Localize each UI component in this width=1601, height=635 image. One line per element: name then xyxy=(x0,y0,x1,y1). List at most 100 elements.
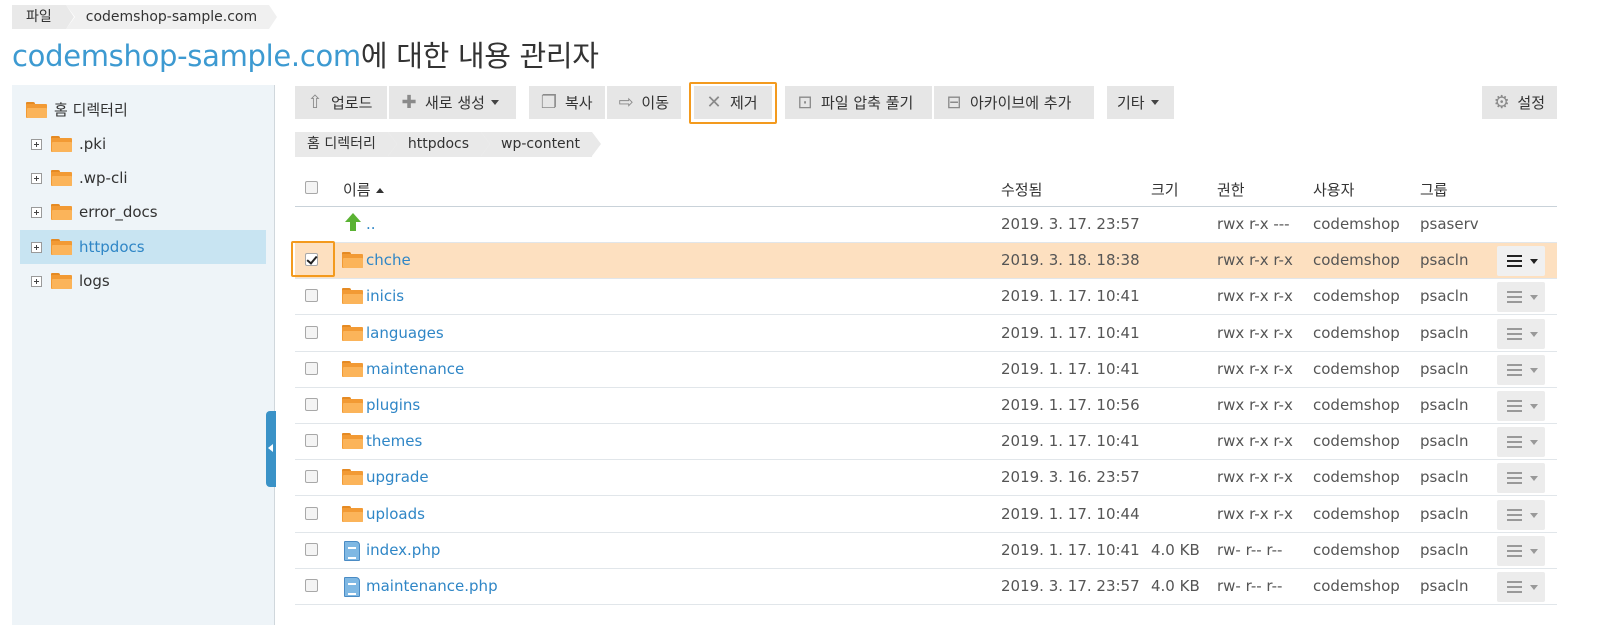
upload-icon: ⇧ xyxy=(307,92,323,113)
owner-user: codemshop xyxy=(1313,468,1400,487)
tree-item-label: error_docs xyxy=(79,203,158,221)
hamburger-menu-icon xyxy=(1507,436,1522,449)
row-menu-button[interactable] xyxy=(1497,499,1545,530)
tree-root-home[interactable]: 홈 디렉터리 xyxy=(26,99,128,120)
row-checkbox[interactable] xyxy=(305,289,318,303)
sidebar-collapse-handle[interactable] xyxy=(266,411,276,487)
row-checkbox[interactable] xyxy=(305,361,318,375)
row-menu-button[interactable] xyxy=(1497,246,1545,277)
copy-button[interactable]: ❐ 복사 xyxy=(529,86,605,119)
add-to-archive-button[interactable]: ⊟ 아카이브에 추가 xyxy=(934,86,1094,119)
owner-user: codemshop xyxy=(1313,396,1400,414)
tree-item-error-docs[interactable]: error_docs xyxy=(20,195,266,229)
table-row[interactable]: uploads 2019. 1. 17. 10:44 rwx r-x r-x code… xyxy=(295,497,1557,533)
owner-user: codemshop xyxy=(1313,359,1400,378)
row-checkbox[interactable] xyxy=(305,579,318,592)
modified-date: 2019. 3. 17. 23:57 xyxy=(1001,577,1140,595)
path-home[interactable]: 홈 디렉터리 xyxy=(295,132,397,157)
column-group[interactable]: 그룹 xyxy=(1420,179,1448,200)
row-menu-button[interactable] xyxy=(1497,463,1545,494)
row-menu-button[interactable] xyxy=(1497,282,1545,313)
extract-button[interactable]: ⊡ 파일 압축 풀기 xyxy=(785,86,932,119)
expand-icon[interactable] xyxy=(31,206,42,218)
row-menu-button[interactable] xyxy=(1497,391,1545,421)
tree-item-pki[interactable]: .pki xyxy=(20,127,266,161)
expand-icon[interactable] xyxy=(31,172,42,184)
column-permissions[interactable]: 권한 xyxy=(1217,179,1245,200)
row-checkbox[interactable] xyxy=(305,542,318,556)
expand-icon[interactable] xyxy=(31,138,42,150)
column-size[interactable]: 크기 xyxy=(1151,179,1179,200)
chevron-down-icon xyxy=(1530,331,1538,337)
file-name-link[interactable]: .. xyxy=(366,215,376,233)
row-checkbox[interactable] xyxy=(305,506,318,520)
row-checkbox[interactable] xyxy=(305,398,318,411)
row-menu-button[interactable] xyxy=(1497,354,1545,385)
chevron-down-icon xyxy=(1150,100,1159,105)
owner-group: psacln xyxy=(1420,323,1469,342)
folder-icon xyxy=(342,360,363,377)
file-name-link[interactable]: maintenance xyxy=(366,360,464,378)
file-name-link[interactable]: plugins xyxy=(366,396,420,414)
file-name-link[interactable]: languages xyxy=(366,324,444,342)
tree-item-label: .pki xyxy=(79,135,107,153)
owner-group: psacln xyxy=(1420,577,1469,595)
table-row[interactable]: chche 2019. 3. 18. 18:38 rwx r-x r-x codems… xyxy=(295,243,1557,280)
table-row[interactable]: maintenance 2019. 1. 17. 10:41 rwx r-x r-x… xyxy=(295,352,1557,388)
table-row[interactable]: upgrade 2019. 3. 16. 23:57 rwx r-x r-x code… xyxy=(295,460,1557,497)
owner-group: psacln xyxy=(1420,540,1469,559)
row-checkbox[interactable] xyxy=(305,325,318,339)
tree-item-label: httpdocs xyxy=(79,238,145,256)
permissions: rwx r-x r-x xyxy=(1217,396,1293,414)
settings-button[interactable]: ⚙ 설정 xyxy=(1482,86,1557,119)
path-httpdocs[interactable]: httpdocs xyxy=(387,132,491,157)
permissions: rwx r-x r-x xyxy=(1217,468,1293,487)
breadcrumb-files[interactable]: 파일 xyxy=(12,5,74,29)
table-row[interactable]: plugins 2019. 1. 17. 10:56 rwx r-x r-x code… xyxy=(295,388,1557,424)
path-breadcrumb: 홈 디렉터리 httpdocs wp-content xyxy=(295,132,602,157)
modified-date: 2019. 1. 17. 10:41 xyxy=(1001,359,1140,378)
row-checkbox[interactable] xyxy=(305,470,318,484)
row-checkbox[interactable] xyxy=(305,434,318,448)
expand-icon[interactable] xyxy=(31,241,42,253)
expand-icon[interactable] xyxy=(31,275,42,287)
row-menu-button[interactable] xyxy=(1497,535,1545,566)
table-row[interactable]: languages 2019. 1. 17. 10:41 rwx r-x r-x co… xyxy=(295,316,1557,352)
upload-button[interactable]: ⇧ 업로드 xyxy=(295,86,387,119)
file-name-link[interactable]: index.php xyxy=(366,541,440,559)
table-row[interactable]: index.php 2019. 1. 17. 10:41 4.0 KB rw- r--… xyxy=(295,533,1557,569)
owner-group: psacln xyxy=(1420,504,1469,523)
new-button[interactable]: ✚ 새로 생성 xyxy=(389,86,516,119)
move-button[interactable]: ⇨ 이동 xyxy=(607,86,681,119)
file-name-link[interactable]: themes xyxy=(366,432,422,450)
chevron-down-icon xyxy=(1530,585,1538,590)
file-name-link[interactable]: chche xyxy=(366,251,411,269)
column-modified[interactable]: 수정됨 xyxy=(1001,179,1042,200)
table-row[interactable]: .. 2019. 3. 17. 23:57 rwx r-x --- codemshop… xyxy=(295,207,1557,243)
owner-user: codemshop xyxy=(1313,323,1400,342)
page-title: codemshop-sample.com에 대한 내용 관리자 xyxy=(12,36,599,76)
table-row[interactable]: themes 2019. 1. 17. 10:41 rwx r-x r-x codem… xyxy=(295,424,1557,461)
row-menu-button[interactable] xyxy=(1497,572,1545,602)
tree-item-label: .wp-cli xyxy=(79,169,128,187)
select-all-checkbox[interactable] xyxy=(305,181,318,194)
table-row[interactable]: inicis 2019. 1. 17. 10:41 rwx r-x r-x codem… xyxy=(295,279,1557,316)
tree-item-logs[interactable]: logs xyxy=(20,264,266,298)
column-user[interactable]: 사용자 xyxy=(1313,179,1354,200)
row-menu-button[interactable] xyxy=(1497,427,1545,458)
owner-user: codemshop xyxy=(1313,432,1400,451)
file-name-link[interactable]: upgrade xyxy=(366,468,429,486)
plus-icon: ✚ xyxy=(401,92,417,113)
settings-label: 설정 xyxy=(1517,94,1545,112)
more-button[interactable]: 기타 xyxy=(1107,86,1174,119)
tree-item-httpdocs[interactable]: httpdocs xyxy=(20,230,266,264)
row-menu-button[interactable] xyxy=(1497,318,1545,349)
page-title-domain[interactable]: codemshop-sample.com xyxy=(12,39,361,73)
file-name-link[interactable]: inicis xyxy=(366,287,404,305)
column-name[interactable]: 이름 xyxy=(343,179,384,200)
table-row[interactable]: maintenance.php 2019. 3. 17. 23:57 4.0 KB r… xyxy=(295,569,1557,605)
file-name-link[interactable]: maintenance.php xyxy=(366,577,498,595)
tree-item-wp-cli[interactable]: .wp-cli xyxy=(20,161,266,195)
folder-icon xyxy=(51,136,72,152)
file-name-link[interactable]: uploads xyxy=(366,505,425,523)
